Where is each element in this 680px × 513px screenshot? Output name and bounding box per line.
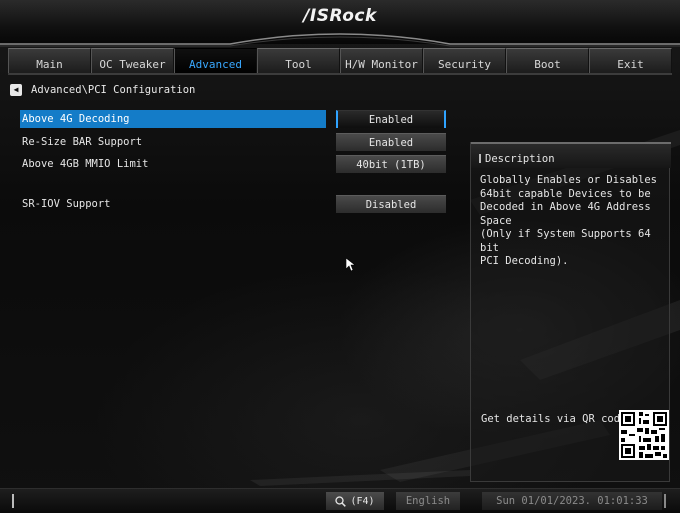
- setting-resize-bar-support[interactable]: Re-Size BAR Support: [20, 133, 326, 151]
- setting-above-4g-decoding[interactable]: Above 4G Decoding: [20, 110, 326, 128]
- brand-logo: /ISRock: [303, 6, 377, 26]
- header-bar: /ISRock: [0, 0, 680, 47]
- value-above-4g-decoding[interactable]: Enabled: [336, 110, 446, 128]
- tab-label: H/W Monitor: [345, 58, 418, 71]
- description-title: Description: [485, 153, 555, 165]
- tab-label: Main: [36, 58, 63, 71]
- tab-label: Advanced: [189, 58, 242, 71]
- search-shortcut-label: (F4): [350, 495, 375, 507]
- footer-marker: [12, 494, 14, 508]
- tab-label: Boot: [534, 58, 561, 71]
- value-resize-bar-support[interactable]: Enabled: [336, 133, 446, 151]
- tab-bar: Main OC Tweaker Advanced Tool H/W Monito…: [8, 48, 672, 74]
- mouse-pointer-icon: [346, 258, 356, 272]
- tab-label: Tool: [285, 58, 312, 71]
- footer-bar: (F4) English Sun 01/01/2023. 01:01:33: [0, 488, 680, 513]
- tab-hw-monitor[interactable]: H/W Monitor: [340, 48, 423, 74]
- tab-advanced[interactable]: Advanced: [174, 48, 257, 74]
- footer-marker: [664, 494, 666, 508]
- chevron-left-icon: ◀: [13, 85, 19, 94]
- value-sr-iov-support[interactable]: Disabled: [336, 195, 446, 213]
- datetime-display: Sun 01/01/2023. 01:01:33: [482, 492, 662, 510]
- qr-code-label: Get details via QR code: [481, 413, 627, 425]
- search-icon: [335, 495, 347, 507]
- description-header: Description: [471, 142, 671, 168]
- tab-tool[interactable]: Tool: [257, 48, 340, 74]
- description-title-wrap: Description: [479, 153, 555, 165]
- description-text: Globally Enables or Disables 64bit capab…: [480, 174, 658, 267]
- header-divider: [0, 33, 680, 47]
- tab-security[interactable]: Security: [423, 48, 506, 74]
- language-button[interactable]: English: [396, 492, 460, 510]
- back-button[interactable]: ◀: [10, 84, 22, 96]
- setting-sr-iov-support[interactable]: SR-IOV Support: [20, 195, 326, 213]
- qr-code-icon: [619, 410, 669, 460]
- setting-above-4gb-mmio-limit[interactable]: Above 4GB MMIO Limit: [20, 155, 326, 173]
- tab-boot[interactable]: Boot: [506, 48, 589, 74]
- tab-label: Security: [438, 58, 491, 71]
- bios-screen: /ISRock Main OC Tweaker Advanced Tool H/…: [0, 0, 680, 513]
- tab-main[interactable]: Main: [8, 48, 91, 74]
- tab-label: OC Tweaker: [99, 58, 166, 71]
- tab-label: Exit: [617, 58, 644, 71]
- tab-underline: [8, 73, 672, 75]
- breadcrumb: ◀ Advanced\PCI Configuration: [10, 82, 195, 98]
- breadcrumb-path: Advanced\PCI Configuration: [31, 84, 196, 96]
- description-panel: Description Globally Enables or Disables…: [470, 142, 671, 482]
- tab-exit[interactable]: Exit: [589, 48, 672, 74]
- title-bar-marker: [479, 154, 481, 163]
- search-button[interactable]: (F4): [326, 492, 384, 510]
- value-above-4gb-mmio-limit[interactable]: 40bit (1TB): [336, 155, 446, 173]
- tab-oc-tweaker[interactable]: OC Tweaker: [91, 48, 174, 74]
